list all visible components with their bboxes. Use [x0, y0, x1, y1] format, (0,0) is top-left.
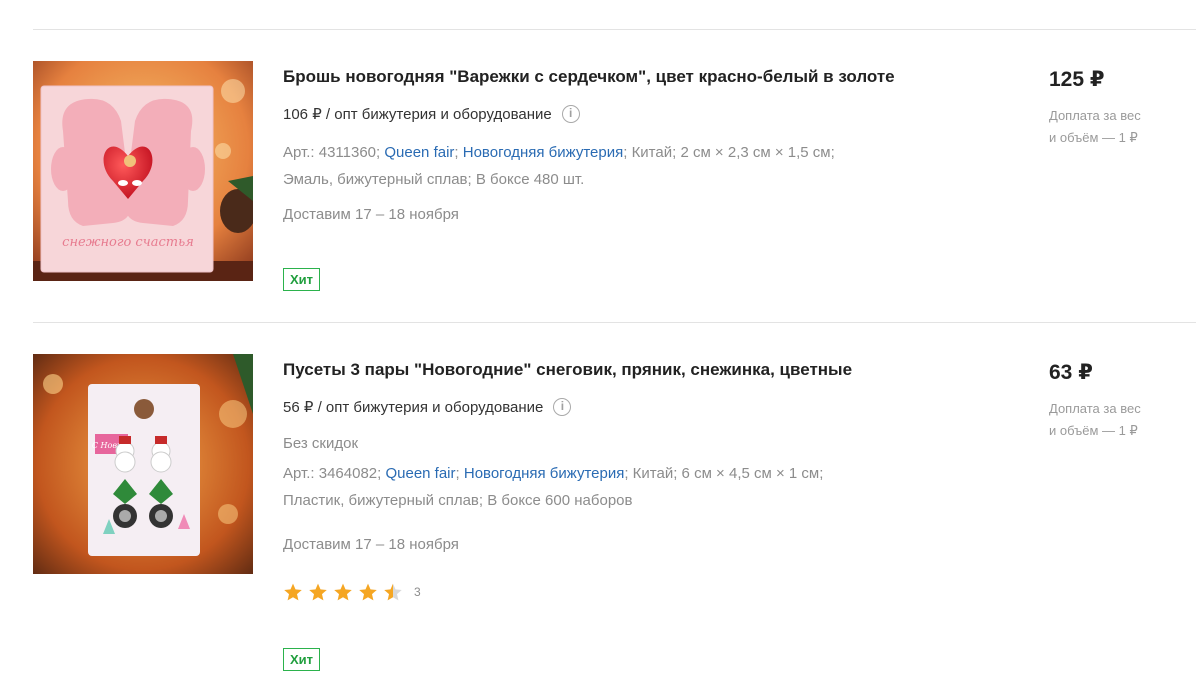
- delivery-info: Доставим 17 – 18 ноября: [283, 536, 459, 553]
- wholesale-price: 106 ₽ / опт бижутерия и оборудование i: [283, 105, 580, 123]
- product-photo: снежного счастья: [33, 61, 253, 281]
- product-card: С Новым Пусеты 3 пары "Новогодние" снего…: [33, 323, 1196, 691]
- extra-charge: Доплата за вес и объём — 1 ₽: [1049, 398, 1141, 442]
- wholesale-label: 106 ₽ / опт бижутерия и оборудование: [283, 106, 552, 123]
- star-icon: [309, 583, 327, 601]
- category-link[interactable]: Новогодняя бижутерия: [464, 465, 624, 482]
- brand-link[interactable]: Queen fair: [384, 144, 454, 161]
- hit-badge: Хит: [283, 648, 321, 671]
- specs-line-2: Пластик, бижутерный сплав; В боксе 600 н…: [283, 492, 633, 509]
- star-icon: [284, 583, 302, 601]
- article-number: Арт.: 3464082;: [283, 465, 382, 482]
- wholesale-price: 56 ₽ / опт бижутерия и оборудование i: [283, 398, 572, 416]
- article-number: Арт.: 4311360;: [283, 144, 381, 161]
- extra-charge-line-1: Доплата за вес: [1049, 108, 1141, 123]
- star-icon: [334, 583, 352, 601]
- wholesale-label: 56 ₽ / опт бижутерия и оборудование: [283, 399, 544, 416]
- rating[interactable]: 3: [283, 582, 421, 602]
- brand-link[interactable]: Queen fair: [385, 465, 455, 482]
- specs-line-2: Эмаль, бижутерный сплав; В боксе 480 шт.: [283, 171, 585, 188]
- product-image[interactable]: С Новым: [33, 354, 253, 574]
- product-specs: Арт.: 3464082; Queen fair; Новогодняя би…: [283, 460, 823, 514]
- product-card: снежного счастья Брошь новогодняя "Вареж…: [33, 30, 1196, 322]
- extra-charge-line-2: и объём — 1 ₽: [1049, 423, 1138, 438]
- image-caption: снежного счастья: [62, 235, 194, 250]
- review-count[interactable]: 3: [414, 585, 421, 599]
- specs-line-1: Арт.: 3464082; Queen fair; Новогодняя би…: [283, 465, 824, 482]
- product-specs: Арт.: 4311360; Queen fair; Новогодняя би…: [283, 139, 835, 193]
- discount-note: Без скидок: [283, 435, 358, 452]
- product-image[interactable]: снежного счастья: [33, 61, 253, 281]
- info-icon[interactable]: i: [553, 398, 572, 416]
- hit-badge: Хит: [283, 268, 321, 291]
- product-title[interactable]: Брошь новогодняя "Варежки с сердечком", …: [283, 67, 895, 87]
- category-link[interactable]: Новогодняя бижутерия: [463, 144, 623, 161]
- product-price: 63 ₽: [1049, 361, 1093, 384]
- product-title[interactable]: Пусеты 3 пары "Новогодние" снеговик, пря…: [283, 360, 852, 380]
- product-list: снежного счастья Брошь новогодняя "Вареж…: [33, 29, 1196, 691]
- specs-rest: ; Китай; 6 см × 4,5 см × 1 см;: [624, 465, 824, 482]
- product-price: 125 ₽: [1049, 68, 1105, 91]
- star-icon: [359, 583, 377, 601]
- specs-line-1: Арт.: 4311360; Queen fair; Новогодняя би…: [283, 144, 835, 161]
- info-icon[interactable]: i: [561, 105, 580, 123]
- extra-charge-line-2: и объём — 1 ₽: [1049, 130, 1138, 145]
- product-photo: С Новым: [33, 354, 253, 574]
- half-star-icon: [384, 583, 402, 601]
- extra-charge-line-1: Доплата за вес: [1049, 401, 1141, 416]
- specs-rest: ; Китай; 2 см × 2,3 см × 1,5 см;: [623, 144, 835, 161]
- extra-charge: Доплата за вес и объём — 1 ₽: [1049, 105, 1141, 149]
- delivery-info: Доставим 17 – 18 ноября: [283, 206, 459, 223]
